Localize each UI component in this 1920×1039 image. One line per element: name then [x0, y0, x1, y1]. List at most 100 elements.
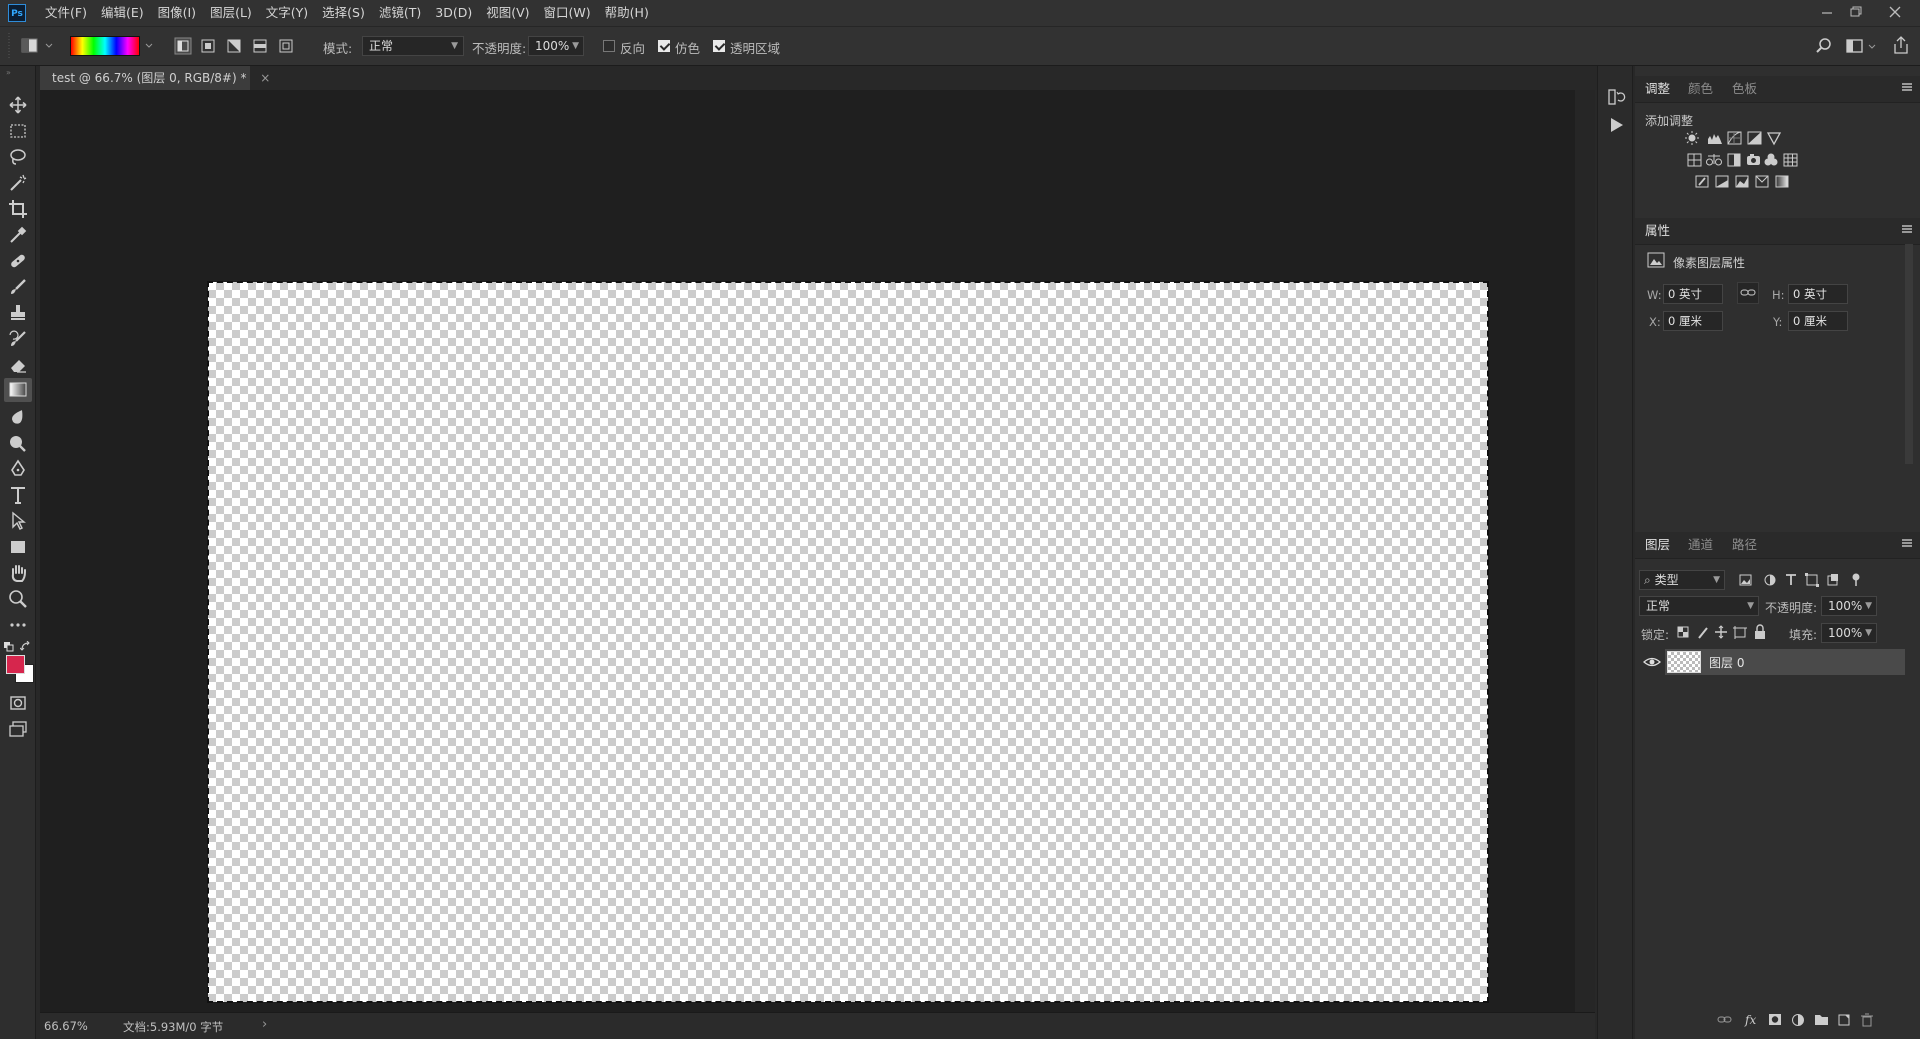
type-tool-icon[interactable] [7, 484, 29, 506]
layer-blend-mode-value: 正常 [1646, 599, 1671, 613]
tab-channels[interactable]: 通道 [1688, 532, 1713, 558]
history-panel-icon[interactable] [1605, 86, 1627, 108]
crop-tool-icon[interactable] [7, 198, 29, 220]
hand-tool-icon[interactable] [7, 562, 29, 584]
tab-swatches[interactable]: 色板 [1732, 76, 1757, 102]
more-tools-icon[interactable] [7, 614, 29, 636]
opacity-input[interactable]: 100% ▼ [528, 36, 584, 56]
default-colors-icon[interactable] [4, 642, 14, 652]
layer-blend-mode-dropdown[interactable]: 正常 ▼ [1639, 596, 1759, 616]
eraser-tool-icon[interactable] [7, 354, 29, 376]
filter-type-icon [1786, 574, 1796, 585]
healing-brush-tool-icon[interactable] [7, 250, 29, 272]
dither-checkbox[interactable] [658, 40, 670, 52]
height-input[interactable]: 0 英寸 [1788, 284, 1848, 304]
history-brush-tool-icon[interactable] [7, 328, 29, 350]
x-input[interactable]: 0 厘米 [1663, 311, 1723, 331]
panel-menu-icon[interactable] [1902, 539, 1912, 547]
panel-menu-icon[interactable] [1902, 225, 1912, 233]
threshold-icon [1735, 175, 1749, 188]
menu-window[interactable]: 窗口(W) [537, 0, 598, 26]
lasso-tool-icon[interactable] [7, 146, 29, 168]
menu-type[interactable]: 文字(Y) [259, 0, 315, 26]
link-dimensions-icon[interactable] [1737, 282, 1759, 304]
quick-mask-icon[interactable] [7, 692, 29, 714]
tab-layers[interactable]: 图层 [1645, 532, 1670, 558]
width-input[interactable]: 0 英寸 [1663, 284, 1723, 304]
layer-row[interactable]: 图层 0 [1665, 649, 1905, 675]
minimize-button[interactable] [1816, 2, 1838, 22]
layer-filter-dropdown[interactable]: ⌕ 类型 ▼ [1639, 570, 1725, 590]
eyedropper-tool-icon[interactable] [7, 224, 29, 246]
lock-label: 锁定: [1641, 628, 1670, 642]
dodge-tool-icon[interactable] [7, 432, 29, 454]
gradient-preview[interactable] [70, 36, 140, 56]
layer-filter-value: 类型 [1654, 573, 1679, 587]
menu-filter[interactable]: 滤镜(T) [372, 0, 428, 26]
layer-filter-icons [1739, 573, 1860, 587]
close-tab-icon[interactable]: × [260, 71, 270, 85]
blur-tool-icon[interactable] [7, 406, 29, 428]
gradient-picker[interactable] [68, 35, 156, 57]
menu-edit[interactable]: 编辑(E) [94, 0, 151, 26]
zoom-level[interactable]: 66.67% [44, 1019, 88, 1033]
properties-scrollbar[interactable] [1905, 244, 1913, 464]
clone-stamp-tool-icon[interactable] [7, 302, 29, 324]
menu-layer[interactable]: 图层(L) [203, 0, 259, 26]
share-icon[interactable] [1890, 33, 1912, 57]
x-label: X: [1649, 315, 1661, 329]
svg-text:fx: fx [1744, 1013, 1756, 1027]
screen-mode-icon[interactable] [7, 718, 29, 740]
panel-menu-icon[interactable] [1902, 83, 1912, 91]
menu-image[interactable]: 图像(I) [151, 0, 203, 26]
brush-tool-icon[interactable] [7, 276, 29, 298]
close-window-button[interactable] [1884, 2, 1906, 22]
levels-icon [1708, 134, 1722, 144]
blend-mode-dropdown[interactable]: 正常 ▼ [362, 36, 464, 56]
color-lookup-icon [1783, 153, 1798, 167]
fill-input[interactable]: 100% ▼ [1821, 623, 1877, 643]
gradient-tool-icon[interactable] [4, 378, 32, 402]
restore-button[interactable] [1845, 2, 1867, 22]
menu-file[interactable]: 文件(F) [38, 0, 94, 26]
layers-footer-icons: fx [1717, 1013, 1873, 1027]
path-selection-tool-icon[interactable] [7, 510, 29, 532]
chevron-down-icon: ▼ [1865, 601, 1872, 611]
vertical-scrollbar[interactable] [1575, 90, 1595, 1012]
menu-select[interactable]: 选择(S) [315, 0, 372, 26]
eye-visibility-icon[interactable] [1643, 655, 1661, 669]
swap-colors-icon[interactable] [20, 641, 32, 653]
chevron-down-icon: ▼ [1713, 575, 1720, 585]
tool-preset-picker[interactable] [20, 35, 54, 57]
menu-view[interactable]: 视图(V) [479, 0, 536, 26]
invert-icon [1695, 175, 1709, 188]
workspace-switcher-icon[interactable] [1845, 35, 1879, 57]
tab-paths[interactable]: 路径 [1732, 532, 1757, 558]
chevron-down-icon: ▼ [1747, 601, 1754, 611]
zoom-tool-icon[interactable] [7, 588, 29, 610]
y-input[interactable]: 0 厘米 [1788, 311, 1848, 331]
layer-opacity-input[interactable]: 100% ▼ [1821, 596, 1877, 616]
status-menu-arrow[interactable]: › [262, 1017, 267, 1032]
menu-3d[interactable]: 3D(D) [428, 0, 479, 26]
foreground-color-swatch[interactable] [6, 655, 25, 674]
marquee-tool-icon[interactable] [7, 120, 29, 142]
search-icon[interactable] [1813, 35, 1835, 57]
tab-color[interactable]: 颜色 [1688, 76, 1713, 102]
properties-panel-tabs: 属性 [1635, 218, 1920, 245]
magic-wand-tool-icon[interactable] [7, 172, 29, 194]
pen-tool-icon[interactable] [7, 458, 29, 480]
document-tab[interactable]: test @ 66.7% (图层 0, RGB/8#) * × [40, 66, 270, 90]
channel-mixer-icon [1764, 153, 1778, 166]
tab-properties[interactable]: 属性 [1645, 218, 1670, 244]
tab-adjustments[interactable]: 调整 [1645, 76, 1670, 102]
transparent-canvas[interactable] [207, 281, 1489, 1003]
reverse-label: 反向 [620, 41, 646, 56]
transparency-checkbox[interactable] [713, 40, 725, 52]
move-tool-icon[interactable] [7, 94, 29, 116]
rectangle-tool-icon[interactable] [7, 536, 29, 558]
actions-play-icon[interactable] [1605, 114, 1627, 136]
reverse-checkbox[interactable] [603, 40, 615, 52]
menu-help[interactable]: 帮助(H) [598, 0, 656, 26]
layer-name[interactable]: 图层 0 [1709, 654, 1744, 671]
